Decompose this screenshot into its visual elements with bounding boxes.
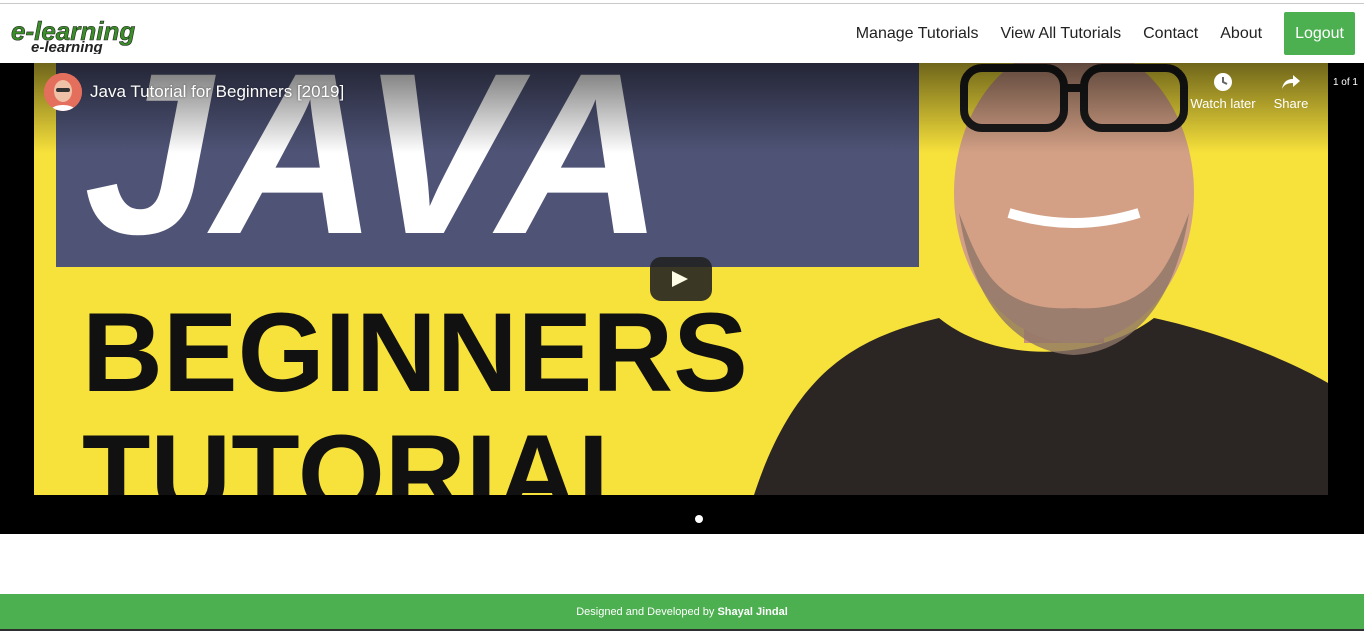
slide-counter: 1 of 1 [1332, 77, 1358, 88]
watch-later-label: Watch later [1190, 96, 1256, 111]
carousel-indicator[interactable] [695, 515, 703, 523]
footer: Designed and Developed by Shayal Jindal [0, 594, 1364, 631]
nav-contact[interactable]: Contact [1143, 25, 1198, 43]
nav-about[interactable]: About [1220, 25, 1262, 43]
svg-text:e-learning: e-learning [31, 39, 103, 54]
watch-later-button[interactable]: Watch later [1188, 72, 1258, 111]
play-icon [672, 271, 688, 287]
nav-manage-tutorials[interactable]: Manage Tutorials [856, 25, 979, 43]
youtube-embed[interactable]: JAVA BEGINNERS TUTORIAL Java Tutorial fo… [34, 63, 1328, 495]
share-label: Share [1273, 96, 1309, 111]
footer-author: Shayal Jindal [717, 606, 788, 618]
play-button[interactable] [650, 257, 712, 301]
video-carousel: JAVA BEGINNERS TUTORIAL Java Tutorial fo… [0, 63, 1364, 534]
video-title[interactable]: Java Tutorial for Beginners [2019] [90, 82, 344, 102]
channel-avatar[interactable] [44, 73, 82, 111]
share-arrow-icon [1282, 75, 1300, 89]
share-button[interactable]: Share [1256, 72, 1326, 111]
main-nav: Manage Tutorials View All Tutorials Cont… [856, 4, 1364, 63]
site-logo[interactable]: e-learning e-learning [9, 14, 141, 54]
nav-view-all-tutorials[interactable]: View All Tutorials [1000, 25, 1121, 43]
thumbnail-beginners-text: BEGINNERS [82, 290, 748, 415]
logout-button[interactable]: Logout [1284, 12, 1355, 55]
clock-icon [1214, 73, 1232, 91]
navbar: e-learning e-learning Manage Tutorials V… [0, 4, 1364, 63]
footer-credit-prefix: Designed and Developed by [576, 606, 718, 618]
thumbnail-tutorial-text: TUTORIAL [82, 412, 646, 495]
